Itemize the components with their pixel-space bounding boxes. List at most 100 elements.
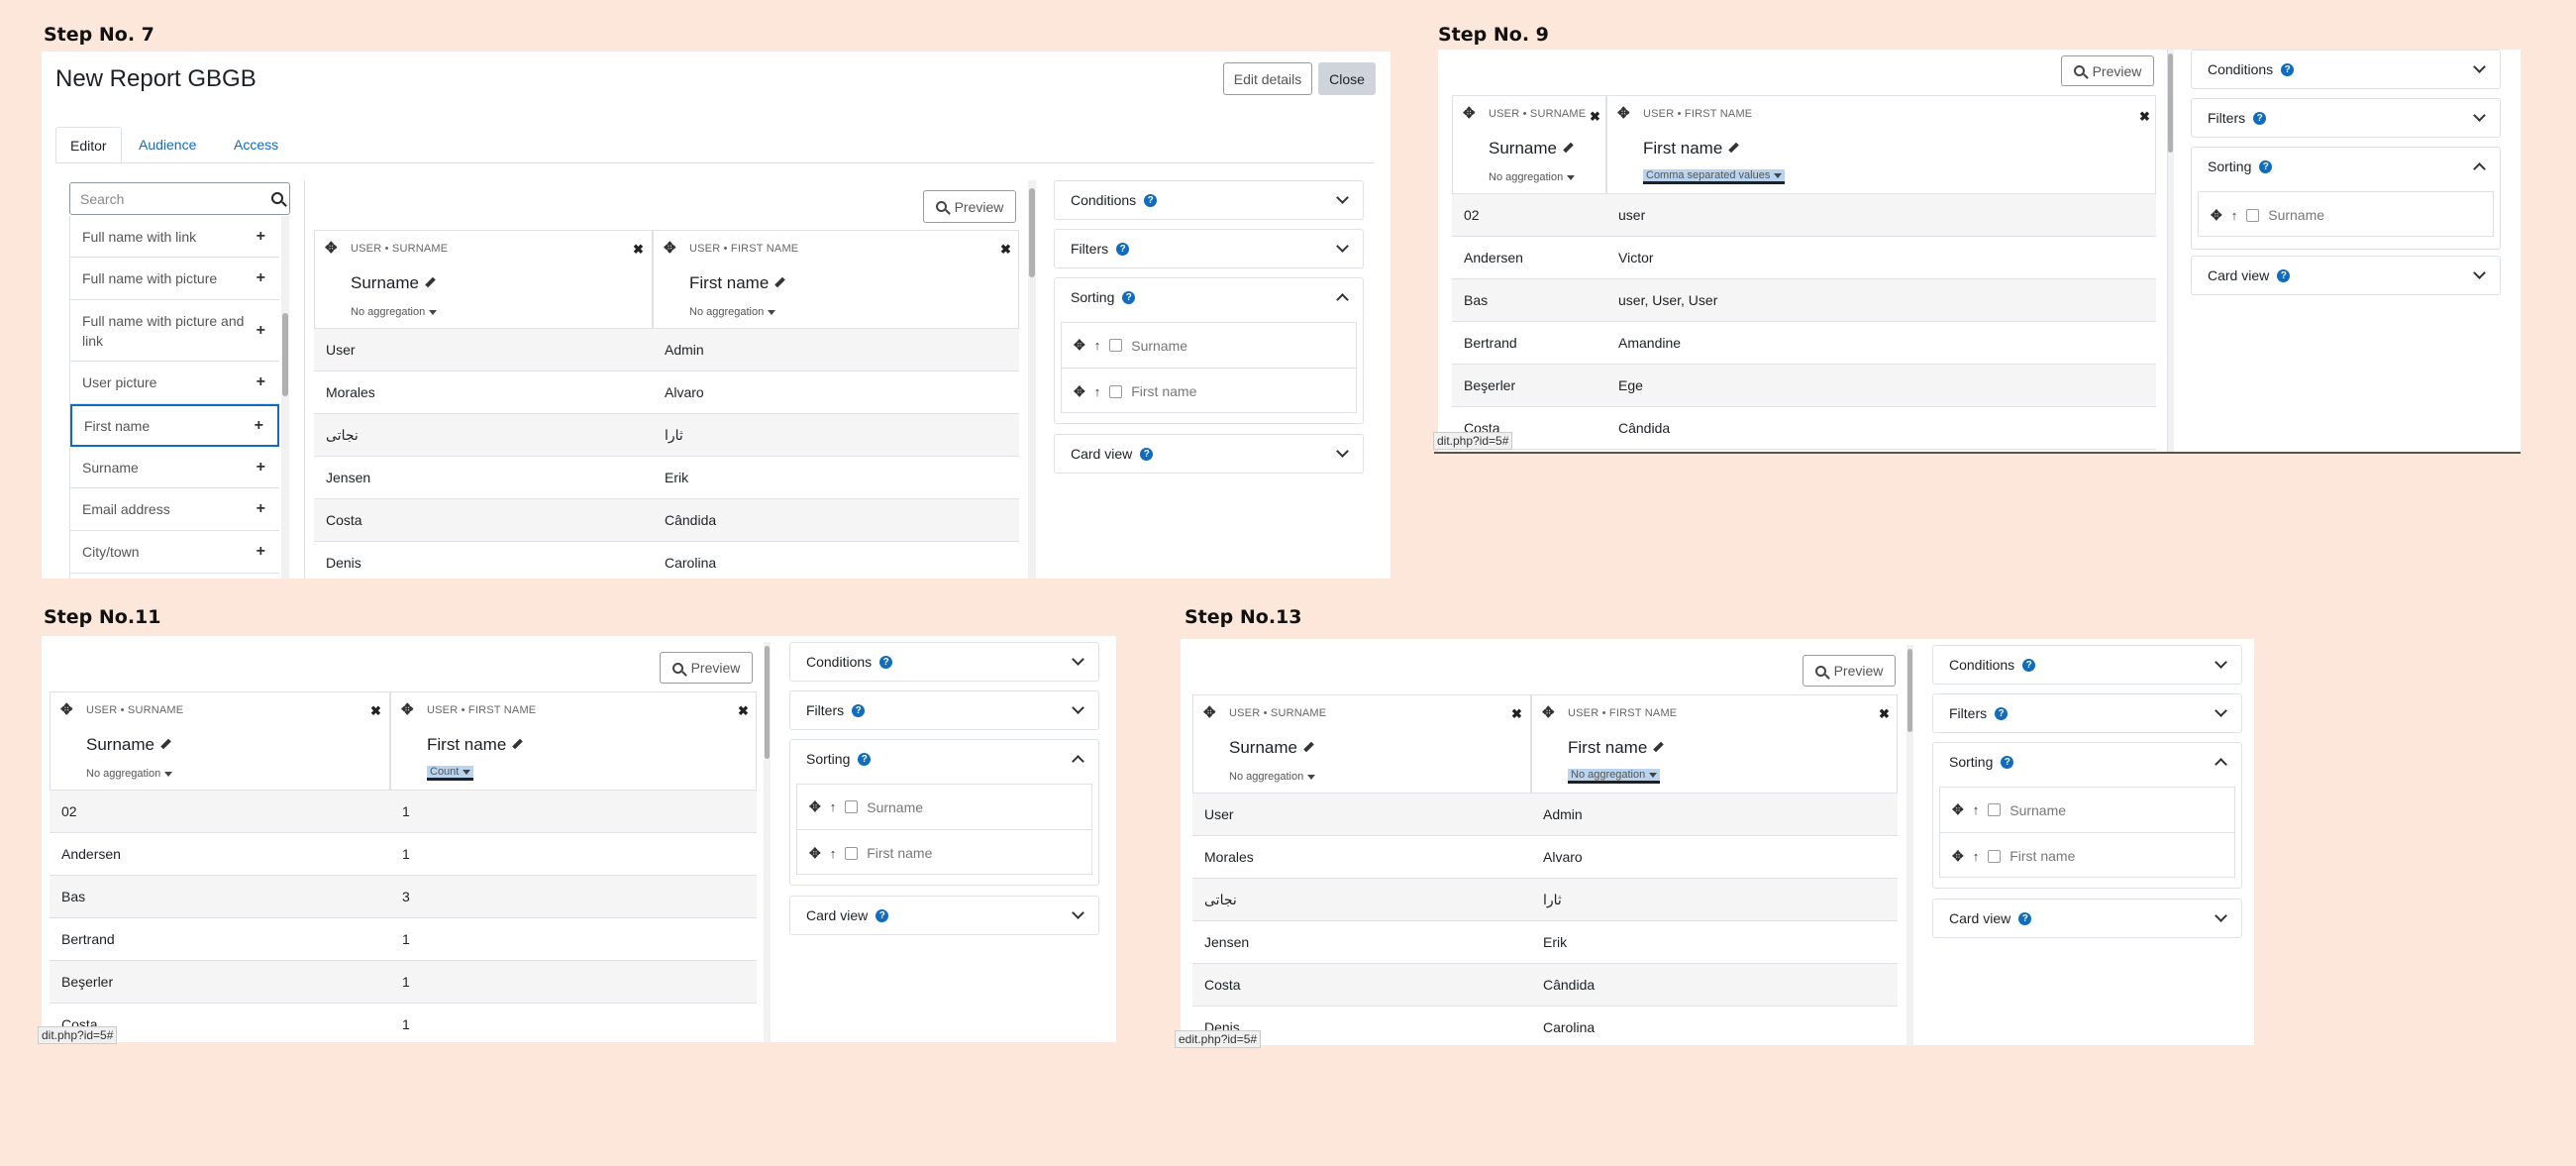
sort-item[interactable]: ✥ ↑ First name — [797, 830, 1091, 876]
sidebar-item[interactable]: User picture + — [70, 362, 279, 404]
plus-icon[interactable]: + — [257, 321, 265, 341]
help-icon[interactable]: ? — [1116, 242, 1130, 256]
chevron-up-icon[interactable] — [2473, 162, 2486, 175]
pencil-icon[interactable] — [1653, 741, 1665, 752]
sort-checkbox[interactable] — [845, 800, 859, 813]
sort-item[interactable]: ✥ ↑ Surname — [1062, 323, 1356, 369]
search-icon[interactable] — [271, 192, 283, 204]
chevron-down-icon[interactable] — [1072, 906, 1084, 919]
conditions-panel[interactable]: Conditions? — [2191, 50, 2501, 89]
help-icon[interactable]: ? — [2259, 159, 2273, 173]
help-icon[interactable]: ? — [1995, 706, 2009, 720]
chevron-up-icon[interactable] — [1336, 293, 1349, 306]
remove-column-icon[interactable]: ✖ — [1000, 242, 1011, 258]
column-header-surname[interactable]: ✥ USER • SURNAME ✖ Surname No aggregatio… — [1192, 694, 1531, 794]
help-icon[interactable]: ? — [2022, 658, 2036, 672]
sorting-panel[interactable]: Sorting? ✥ ↑ Surname ✥ ↑ First name — [1932, 742, 2242, 889]
remove-column-icon[interactable]: ✖ — [1590, 109, 1600, 125]
remove-column-icon[interactable]: ✖ — [738, 703, 749, 719]
aggregation-select[interactable]: Count — [427, 766, 474, 781]
sort-checkbox[interactable] — [1109, 339, 1123, 352]
preview-button[interactable]: Preview — [2061, 55, 2154, 86]
conditions-panel[interactable]: Conditions? — [1054, 180, 1364, 220]
help-icon[interactable]: ? — [2018, 911, 2032, 925]
chevron-up-icon[interactable] — [2215, 758, 2227, 771]
move-icon[interactable]: ✥ — [664, 239, 676, 257]
chevron-down-icon[interactable] — [2473, 266, 2486, 279]
column-header-surname[interactable]: ✥ USER • SURNAME ✖ Surname No aggregatio… — [1452, 95, 1606, 194]
column-header-first-name[interactable]: ✥ USER • FIRST NAME ✖ First name Comma s… — [1606, 95, 2156, 194]
move-icon[interactable]: ✥ — [1617, 104, 1630, 122]
arrow-up-icon[interactable]: ↑ — [2231, 208, 2238, 223]
filters-panel[interactable]: Filters? — [1932, 693, 2242, 733]
conditions-panel[interactable]: Conditions? — [1932, 645, 2242, 685]
help-icon[interactable]: ? — [2001, 755, 2014, 769]
help-icon[interactable]: ? — [879, 655, 893, 669]
sort-item[interactable]: ✥ ↑ Surname — [2199, 192, 2493, 238]
move-icon[interactable]: ✥ — [401, 700, 414, 718]
aggregation-select[interactable]: Comma separated values — [1643, 169, 1786, 184]
filters-panel[interactable]: Filters? — [1054, 229, 1364, 268]
aggregation-select[interactable]: No aggregation — [1489, 171, 1576, 183]
aggregation-select[interactable]: No aggregation — [1568, 769, 1661, 784]
chevron-down-icon[interactable] — [1072, 701, 1084, 714]
aggregation-select[interactable]: No aggregation — [86, 768, 173, 780]
help-icon[interactable]: ? — [2281, 62, 2295, 76]
sort-checkbox[interactable] — [2246, 208, 2260, 222]
chevron-down-icon[interactable] — [2473, 109, 2486, 122]
sort-item[interactable]: ✥ ↑ First name — [1940, 833, 2234, 879]
filters-panel[interactable]: Filters? — [2191, 98, 2501, 138]
chevron-down-icon[interactable] — [1336, 191, 1349, 204]
sidebar-item[interactable]: City/town + — [70, 531, 279, 574]
sidebar-item[interactable]: Full name with link + — [70, 216, 279, 258]
sorting-panel[interactable]: Sorting? ✥ ↑ Surname — [2191, 147, 2501, 250]
column-header-surname[interactable]: ✥ USER • SURNAME ✖ Surname No aggregatio… — [314, 230, 653, 329]
pencil-icon[interactable] — [160, 738, 171, 749]
arrow-up-icon[interactable]: ↑ — [1973, 802, 1980, 817]
report-scrollbar[interactable] — [764, 642, 771, 1042]
remove-column-icon[interactable]: ✖ — [633, 242, 644, 258]
conditions-panel[interactable]: Conditions? — [789, 642, 1099, 682]
preview-button[interactable]: Preview — [660, 652, 753, 684]
column-title[interactable]: Surname — [1489, 139, 1574, 159]
card-view-panel[interactable]: Card view? — [2191, 256, 2501, 295]
arrow-up-icon[interactable]: ↑ — [1094, 338, 1101, 353]
arrow-up-icon[interactable]: ↑ — [1094, 384, 1101, 399]
move-icon[interactable]: ✥ — [1074, 383, 1085, 400]
move-icon[interactable]: ✥ — [809, 798, 821, 815]
column-header-first-name[interactable]: ✥ USER • FIRST NAME ✖ First name No aggr… — [1531, 694, 1898, 794]
report-scrollbar[interactable] — [1028, 180, 1036, 579]
pencil-icon[interactable] — [1728, 142, 1740, 153]
move-icon[interactable]: ✥ — [1203, 703, 1216, 721]
card-view-panel[interactable]: Card view? — [789, 896, 1099, 935]
remove-column-icon[interactable]: ✖ — [2139, 109, 2150, 125]
column-header-first-name[interactable]: ✥ USER • FIRST NAME ✖ First name Count — [390, 691, 757, 791]
search-input[interactable]: Search — [69, 182, 290, 215]
sidebar-item[interactable]: Surname + — [70, 447, 279, 488]
column-title[interactable]: Surname — [351, 273, 436, 293]
move-icon[interactable]: ✥ — [1074, 337, 1085, 354]
column-title[interactable]: Surname — [86, 735, 171, 755]
chevron-down-icon[interactable] — [1336, 240, 1349, 253]
sort-checkbox[interactable] — [1988, 803, 2002, 816]
plus-icon[interactable]: + — [255, 416, 263, 436]
column-title[interactable]: First name — [689, 273, 786, 293]
preview-button[interactable]: Preview — [1803, 655, 1896, 687]
plus-icon[interactable]: + — [257, 542, 265, 562]
sort-item[interactable]: ✥ ↑ First name — [1062, 369, 1356, 414]
sort-checkbox[interactable] — [1109, 384, 1123, 398]
report-scrollbar[interactable] — [2167, 50, 2174, 452]
aggregation-select[interactable]: No aggregation — [351, 306, 438, 318]
column-title[interactable]: First name — [1643, 139, 1740, 159]
move-icon[interactable]: ✥ — [2211, 207, 2222, 224]
pencil-icon[interactable] — [1563, 142, 1574, 153]
edit-details-button[interactable]: Edit details — [1223, 62, 1312, 95]
remove-column-icon[interactable]: ✖ — [1511, 706, 1522, 722]
report-scrollbar[interactable] — [1906, 645, 1913, 1045]
sidebar-item-selected[interactable]: First name + — [70, 404, 279, 447]
remove-column-icon[interactable]: ✖ — [1879, 706, 1890, 722]
chevron-up-icon[interactable] — [1072, 755, 1084, 768]
plus-icon[interactable]: + — [257, 458, 265, 477]
move-icon[interactable]: ✥ — [1952, 848, 1964, 865]
sidebar-item[interactable]: Full name with picture + — [70, 258, 279, 300]
